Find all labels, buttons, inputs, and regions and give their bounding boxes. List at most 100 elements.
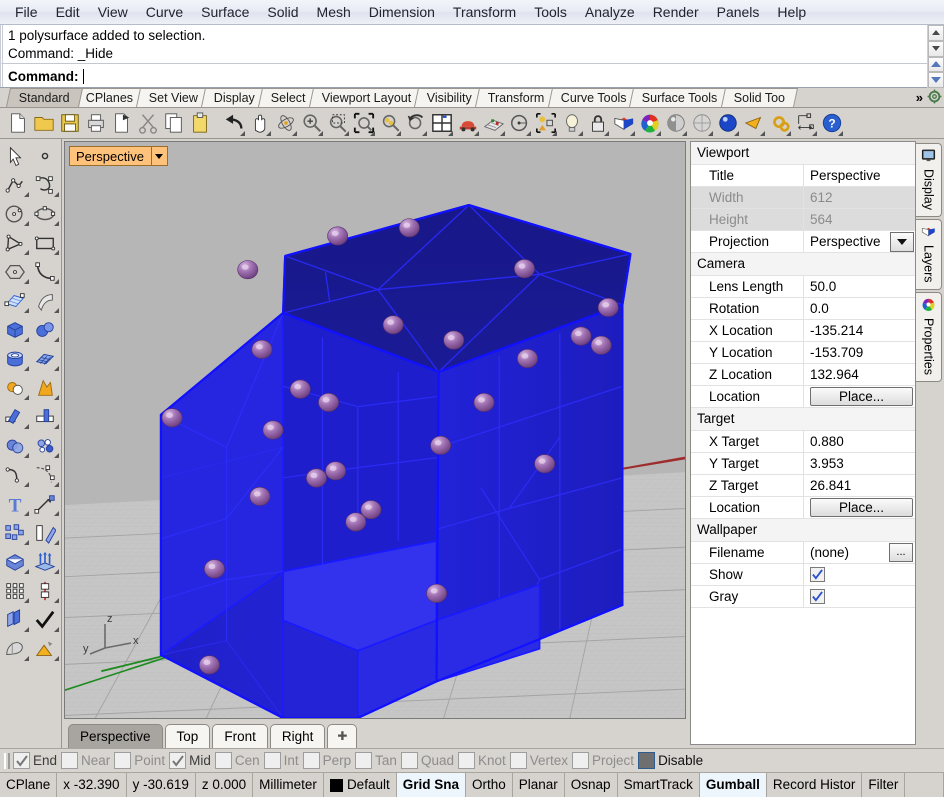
menu-item-analyze[interactable]: Analyze — [576, 1, 644, 24]
tool-flyout-corner-icon[interactable] — [54, 482, 59, 487]
status-toggle-gumball[interactable]: Gumball — [699, 773, 767, 797]
side-tab-display[interactable]: Display — [916, 143, 942, 217]
point-marker[interactable] — [514, 259, 535, 279]
ghosted-sphere-icon[interactable] — [689, 110, 714, 137]
point-marker[interactable] — [597, 297, 619, 317]
point-marker[interactable] — [289, 379, 311, 399]
toolbar-flyout-corner-icon[interactable] — [370, 130, 375, 136]
mesh-from-surface-icon[interactable] — [0, 634, 30, 663]
toolbar-flyout-corner-icon[interactable] — [396, 130, 401, 136]
four-view-layout-icon[interactable] — [429, 110, 454, 137]
dimension-icon[interactable] — [793, 110, 818, 137]
tool-flyout-corner-icon[interactable] — [54, 366, 59, 371]
osnap-quad-checkbox[interactable] — [400, 752, 418, 769]
status-toggle-record-histor[interactable]: Record Histor — [767, 773, 863, 797]
tool-flyout-corner-icon[interactable] — [24, 308, 29, 313]
toolbar-flyout-corner-icon[interactable] — [552, 130, 557, 136]
toolbar-flyout-corner-icon[interactable] — [448, 130, 453, 136]
point-marker[interactable] — [443, 330, 465, 350]
point-marker[interactable] — [251, 339, 273, 359]
undo-icon[interactable] — [221, 110, 246, 137]
wallpaper-filename-value[interactable]: (none)... — [804, 542, 915, 564]
menu-item-file[interactable]: File — [6, 1, 47, 24]
status-toggle-ortho[interactable]: Ortho — [466, 773, 513, 797]
command-scroll-down-blue-button[interactable] — [928, 72, 944, 88]
circle-center-icon[interactable] — [507, 110, 532, 137]
viewport-tab-right[interactable]: Right — [269, 724, 326, 748]
new-file-icon[interactable] — [5, 110, 30, 137]
box-icon[interactable] — [0, 315, 30, 344]
tool-flyout-corner-icon[interactable] — [24, 279, 29, 284]
menu-item-transform[interactable]: Transform — [444, 1, 525, 24]
open-folder-icon[interactable] — [31, 110, 56, 137]
render-color-icon[interactable] — [30, 634, 60, 663]
tool-flyout-corner-icon[interactable] — [54, 395, 59, 400]
menu-item-edit[interactable]: Edit — [47, 1, 89, 24]
rectangular-array-icon[interactable] — [0, 576, 30, 605]
osnap-mid-checkbox[interactable] — [169, 752, 187, 769]
status-toggle-planar[interactable]: Planar — [513, 773, 565, 797]
select-arrow-icon[interactable] — [0, 141, 30, 170]
viewport-title-value[interactable]: Perspective — [804, 165, 915, 187]
rail-revolve-icon[interactable] — [30, 576, 60, 605]
toolbar-overflow-chevron-icon[interactable]: » — [914, 90, 925, 105]
point-marker[interactable] — [318, 392, 339, 412]
status-toggle-grid-sna[interactable]: Grid Sna — [396, 773, 466, 797]
viewport-projection-chevron-down-icon[interactable] — [890, 231, 914, 252]
mirror-icon[interactable] — [30, 518, 60, 547]
toolbar-tab-surface-tools[interactable]: Surface Tools — [629, 88, 732, 107]
tool-flyout-corner-icon[interactable] — [54, 453, 59, 458]
toolbar-tab-viewport-layout[interactable]: Viewport Layout — [308, 88, 425, 107]
zoom-in-icon[interactable] — [299, 110, 324, 137]
menu-item-surface[interactable]: Surface — [192, 1, 258, 24]
command-scrollbar[interactable] — [927, 25, 944, 88]
zoom-extents-icon[interactable] — [351, 110, 376, 137]
osnap-knot-checkbox[interactable] — [457, 752, 475, 769]
zoom-window-icon[interactable] — [325, 110, 350, 137]
point-marker[interactable] — [198, 655, 220, 675]
osnap-near-checkbox[interactable] — [61, 752, 79, 769]
tool-flyout-corner-icon[interactable] — [54, 598, 59, 603]
tool-flyout-corner-icon[interactable] — [54, 221, 59, 226]
menu-item-solid[interactable]: Solid — [258, 1, 307, 24]
cut-scissors-icon[interactable] — [135, 110, 160, 137]
osnap-tan[interactable]: Tan — [355, 752, 397, 769]
point-marker[interactable] — [430, 435, 452, 455]
wallpaper-gray-checkbox[interactable] — [810, 589, 825, 604]
tool-flyout-corner-icon[interactable] — [54, 192, 59, 197]
toolbar-flyout-corner-icon[interactable] — [734, 130, 739, 136]
pan-hand-icon[interactable] — [247, 110, 272, 137]
toolbar-flyout-corner-icon[interactable] — [838, 130, 843, 136]
layers-icon[interactable] — [611, 110, 636, 137]
tool-flyout-corner-icon[interactable] — [54, 279, 59, 284]
target-location-place-button[interactable]: Place... — [810, 498, 913, 517]
toolbar-flyout-corner-icon[interactable] — [292, 130, 297, 136]
surface-sweep-icon[interactable] — [30, 286, 60, 315]
osnap-quad[interactable]: Quad — [400, 752, 454, 769]
menu-item-help[interactable]: Help — [768, 1, 815, 24]
render-icon[interactable] — [741, 110, 766, 137]
tool-flyout-corner-icon[interactable] — [24, 192, 29, 197]
tool-flyout-corner-icon[interactable] — [54, 308, 59, 313]
check-icon[interactable] — [30, 605, 60, 634]
blend-curve-icon[interactable] — [30, 460, 60, 489]
command-history[interactable]: 1 polysurface added to selection. Comman… — [0, 25, 944, 63]
cplane-icon[interactable] — [481, 110, 506, 137]
tool-flyout-corner-icon[interactable] — [24, 453, 29, 458]
point-marker[interactable] — [237, 260, 259, 280]
osnap-perp-checkbox[interactable] — [302, 752, 320, 769]
viewport-title-dropdown-icon[interactable] — [150, 147, 167, 165]
copy-icon[interactable] — [161, 110, 186, 137]
tool-flyout-corner-icon[interactable] — [24, 221, 29, 226]
menu-item-view[interactable]: View — [89, 1, 137, 24]
status-toggle-filter[interactable]: Filter — [862, 773, 906, 797]
osnap-int-checkbox[interactable] — [263, 752, 281, 769]
point-marker[interactable] — [570, 326, 592, 346]
point-icon[interactable] — [30, 141, 60, 170]
command-scroll-up-blue-button[interactable] — [928, 56, 944, 73]
color-wheel-icon[interactable] — [637, 110, 662, 137]
point-marker[interactable] — [204, 559, 225, 579]
toolbar-flyout-corner-icon[interactable] — [656, 130, 661, 136]
boolean-intersect-icon[interactable] — [30, 431, 60, 460]
osnap-drag-grip[interactable] — [4, 752, 10, 769]
